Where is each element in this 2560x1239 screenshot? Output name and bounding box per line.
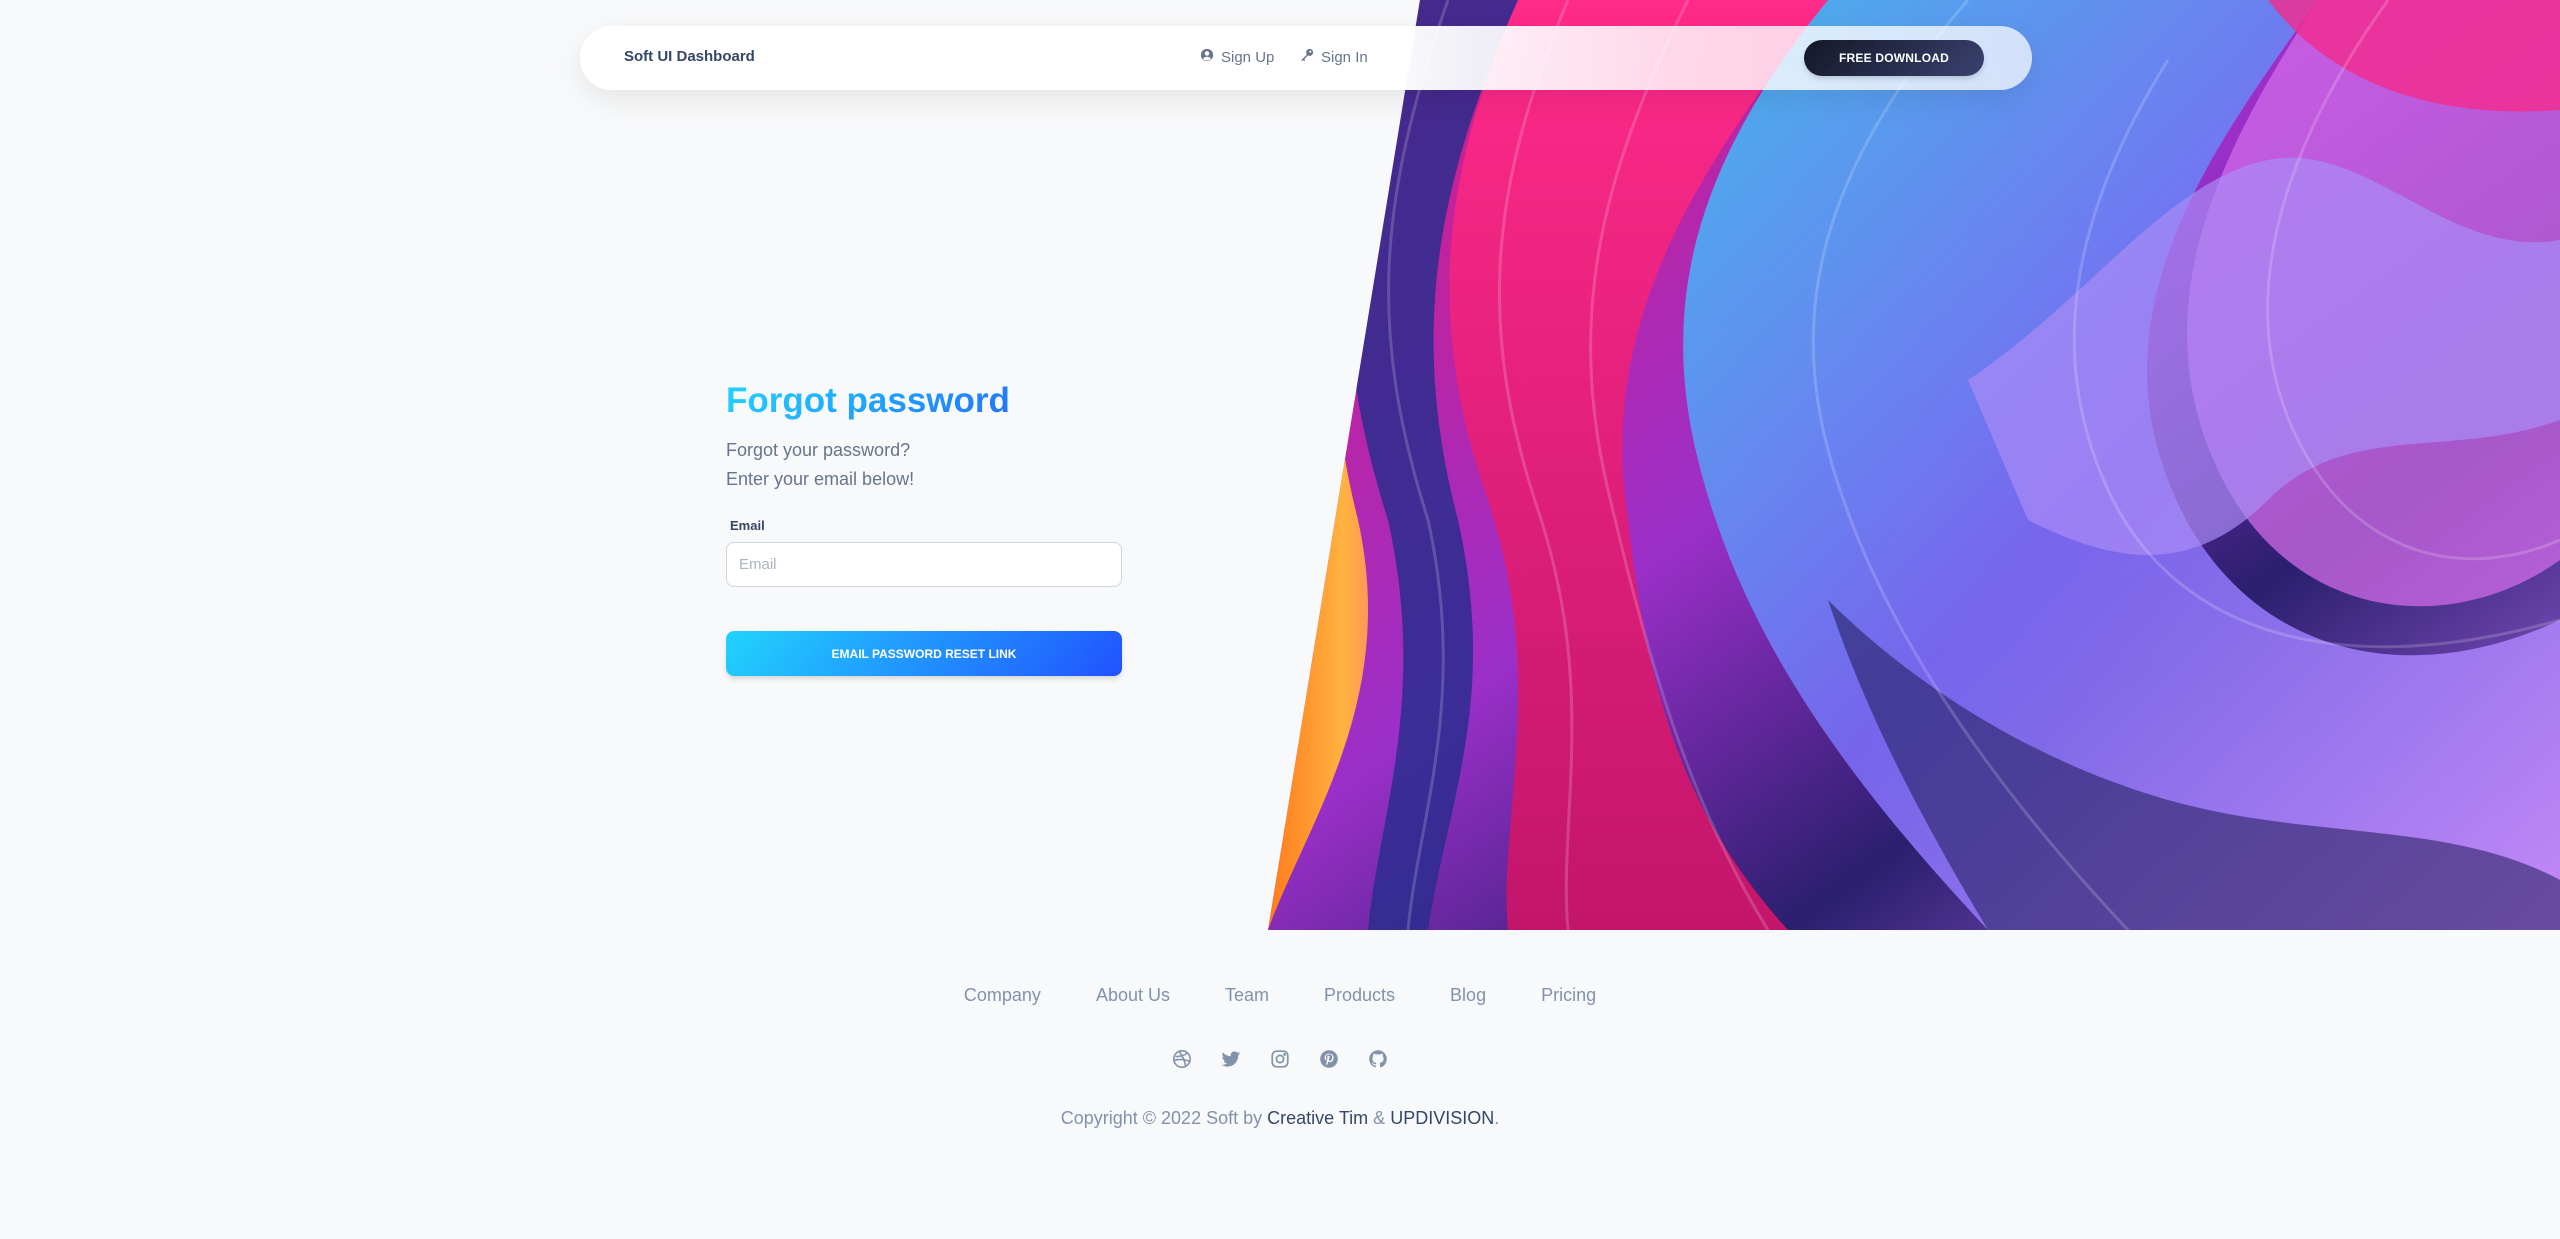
nav-link-sign-in[interactable]: Sign In xyxy=(1300,48,1368,66)
subtitle-line-2: Enter your email below! xyxy=(726,469,915,489)
footer-link-pricing[interactable]: Pricing xyxy=(1541,985,1596,1006)
email-label: Email xyxy=(730,518,765,533)
footer-link-products[interactable]: Products xyxy=(1324,985,1395,1006)
copyright-suffix: . xyxy=(1494,1108,1500,1128)
dribbble-icon[interactable] xyxy=(1171,1048,1193,1070)
pinterest-icon[interactable] xyxy=(1318,1048,1340,1070)
footer-link-company[interactable]: Company xyxy=(964,985,1041,1006)
footer-link-about-us[interactable]: About Us xyxy=(1096,985,1170,1006)
footer-links: Company About Us Team Products Blog Pric… xyxy=(0,985,2560,1006)
page-title: Forgot password xyxy=(726,380,1122,422)
copyright-amp: & xyxy=(1373,1108,1386,1128)
twitter-icon[interactable] xyxy=(1220,1048,1242,1070)
subtitle-line-1: Forgot your password? xyxy=(726,440,911,460)
free-download-button[interactable]: FREE DOWNLOAD xyxy=(1804,40,1984,76)
footer-link-team[interactable]: Team xyxy=(1225,985,1269,1006)
github-icon[interactable] xyxy=(1367,1048,1389,1070)
hero-image xyxy=(1268,0,2560,930)
copyright-prefix: Copyright © 2022 Soft by xyxy=(1060,1108,1263,1128)
brand-link[interactable]: Soft UI Dashboard xyxy=(624,48,755,65)
user-circle-icon xyxy=(1200,48,1214,66)
form-subtitle: Forgot your password? Enter your email b… xyxy=(726,436,1122,494)
email-reset-link-button[interactable]: EMAIL PASSWORD RESET LINK xyxy=(726,631,1122,676)
nav-link-label: Sign In xyxy=(1321,48,1368,66)
nav-link-label: Sign Up xyxy=(1221,48,1275,66)
navbar: Soft UI Dashboard Sign Up Sign In FREE D… xyxy=(580,26,2032,90)
updivision-link[interactable]: UPDIVISION xyxy=(1390,1108,1494,1128)
page: Soft UI Dashboard Sign Up Sign In FREE D… xyxy=(0,0,2560,1239)
creative-tim-link[interactable]: Creative Tim xyxy=(1267,1108,1368,1128)
footer-link-blog[interactable]: Blog xyxy=(1450,985,1486,1006)
key-icon xyxy=(1300,48,1314,66)
copyright: Copyright © 2022 Soft by Creative Tim & … xyxy=(0,1108,2560,1129)
forgot-password-form: Forgot password Forgot your password? En… xyxy=(726,380,1122,676)
nav-link-sign-up[interactable]: Sign Up xyxy=(1200,48,1274,66)
social-links xyxy=(0,1048,2560,1070)
instagram-icon[interactable] xyxy=(1269,1048,1291,1070)
email-field[interactable] xyxy=(726,542,1122,587)
